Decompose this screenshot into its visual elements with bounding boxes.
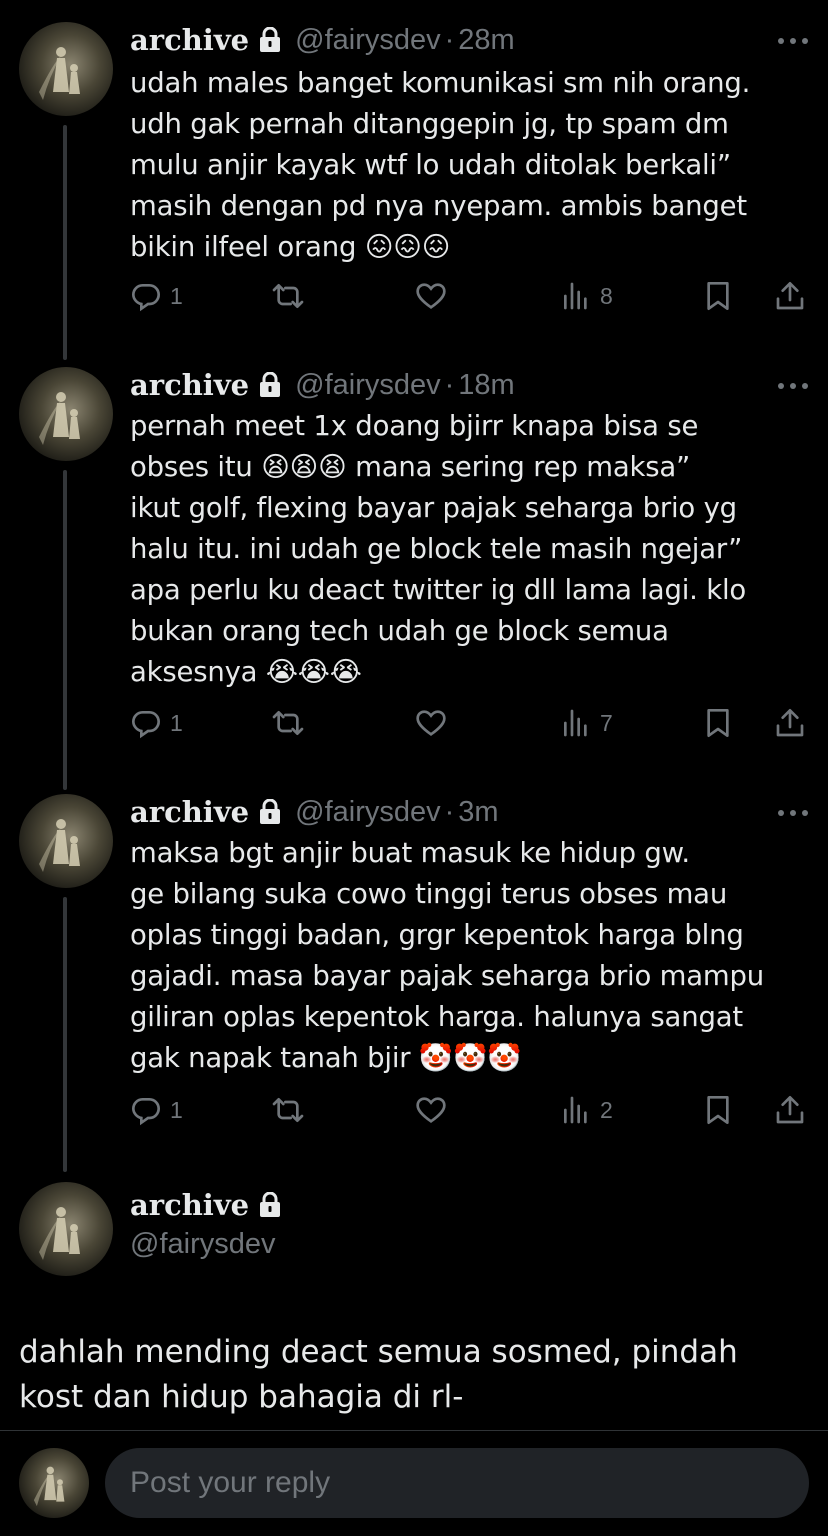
action-bar: 1 8: [130, 280, 810, 316]
lock-icon: [260, 27, 281, 52]
separator: ·: [444, 795, 455, 828]
retweet-icon: [272, 1098, 304, 1122]
heart-icon: [416, 283, 446, 309]
display-name[interactable]: archive: [130, 368, 249, 402]
reply-button[interactable]: 1: [130, 1094, 183, 1126]
main-tweet-text: dahlah mending deact semua sosmed, pinda…: [19, 1334, 738, 1415]
views-icon: [564, 282, 587, 310]
display-name[interactable]: archive: [130, 1188, 249, 1222]
main-tweet-name-row: archive: [130, 1188, 281, 1222]
action-bar: 1 7: [130, 707, 810, 743]
main-tweet-handle-row: @fairysdev: [130, 1228, 275, 1261]
lock-icon: [260, 372, 281, 397]
action-bar: 1 2: [130, 1094, 810, 1130]
reply-button[interactable]: 1: [130, 280, 183, 312]
timestamp[interactable]: 28m: [458, 24, 514, 57]
tweet-text: udah males banget komunikasi sm nih oran…: [130, 67, 751, 263]
like-button[interactable]: [415, 280, 447, 312]
reply-count: 1: [170, 709, 183, 736]
bookmark-button[interactable]: [702, 707, 734, 739]
thread-line: [63, 897, 67, 1172]
avatar[interactable]: [19, 794, 113, 888]
retweet-icon: [272, 711, 304, 735]
bookmark-icon: [707, 709, 729, 737]
handle[interactable]: @fairysdev: [130, 1228, 275, 1260]
bookmark-icon: [707, 1096, 729, 1124]
display-name[interactable]: archive: [130, 23, 249, 57]
handle[interactable]: @fairysdev: [295, 24, 440, 57]
bookmark-icon: [707, 282, 729, 310]
share-button[interactable]: [774, 1094, 806, 1126]
reply-input[interactable]: Post your reply: [105, 1448, 809, 1518]
reply-icon: [131, 711, 161, 739]
like-button[interactable]: [415, 707, 447, 739]
reply-icon: [131, 284, 161, 312]
tweet[interactable]: archive @fairysdev · 28m udah males bang…: [0, 20, 828, 360]
handle[interactable]: @fairysdev: [295, 369, 440, 402]
tweet-text: maksa bgt anjir buat masuk ke hidup gw. …: [130, 837, 764, 1074]
heart-icon: [416, 710, 446, 736]
retweet-button[interactable]: [272, 707, 304, 739]
separator: ·: [444, 23, 455, 56]
views-count: 2: [600, 1096, 613, 1123]
tweet[interactable]: archive @fairysdev · 3m maksa bgt anjir …: [0, 792, 828, 1172]
share-button[interactable]: [774, 707, 806, 739]
reply-button[interactable]: 1: [130, 707, 183, 739]
retweet-button[interactable]: [272, 280, 304, 312]
avatar[interactable]: [19, 1448, 89, 1518]
retweet-icon: [272, 284, 304, 308]
bookmark-button[interactable]: [702, 1094, 734, 1126]
views-count: 7: [600, 709, 613, 736]
avatar[interactable]: [19, 367, 113, 461]
reply-count: 1: [170, 282, 183, 309]
bookmark-button[interactable]: [702, 280, 734, 312]
separator: ·: [444, 368, 455, 401]
more-icon[interactable]: [778, 383, 808, 391]
tweet[interactable]: archive @fairysdev · 18m pernah meet 1x …: [0, 365, 828, 790]
main-tweet[interactable]: archive @fairysdev dahlah mending deact …: [0, 1180, 828, 1430]
views-button[interactable]: 2: [560, 1094, 613, 1126]
views-icon: [564, 1096, 587, 1124]
avatar[interactable]: [19, 1182, 113, 1276]
views-count: 8: [600, 282, 613, 309]
views-button[interactable]: 7: [560, 707, 613, 739]
more-icon[interactable]: [778, 38, 808, 46]
lock-icon: [260, 1192, 281, 1217]
share-icon: [776, 1096, 804, 1124]
tweet-header: archive @fairysdev · 28m: [130, 20, 515, 60]
timestamp[interactable]: 3m: [458, 796, 498, 829]
avatar[interactable]: [19, 22, 113, 116]
heart-icon: [416, 1097, 446, 1123]
display-name[interactable]: archive: [130, 795, 249, 829]
thread-line: [63, 125, 67, 360]
views-icon: [564, 709, 587, 737]
divider: [0, 1430, 828, 1431]
tweet-header: archive @fairysdev · 18m: [130, 365, 515, 405]
tweet-text: pernah meet 1x doang bjirr knapa bisa se…: [130, 410, 747, 688]
views-button[interactable]: 8: [560, 280, 613, 312]
timestamp[interactable]: 18m: [458, 369, 514, 402]
tweet-header: archive @fairysdev · 3m: [130, 792, 499, 832]
more-icon[interactable]: [778, 810, 808, 818]
share-icon: [776, 282, 804, 310]
retweet-button[interactable]: [272, 1094, 304, 1126]
share-icon: [776, 709, 804, 737]
like-button[interactable]: [415, 1094, 447, 1126]
handle[interactable]: @fairysdev: [295, 796, 440, 829]
reply-bar: Post your reply: [0, 1432, 828, 1536]
share-button[interactable]: [774, 280, 806, 312]
reply-count: 1: [170, 1096, 183, 1123]
thread-line: [63, 470, 67, 790]
lock-icon: [260, 799, 281, 824]
reply-icon: [131, 1098, 161, 1126]
